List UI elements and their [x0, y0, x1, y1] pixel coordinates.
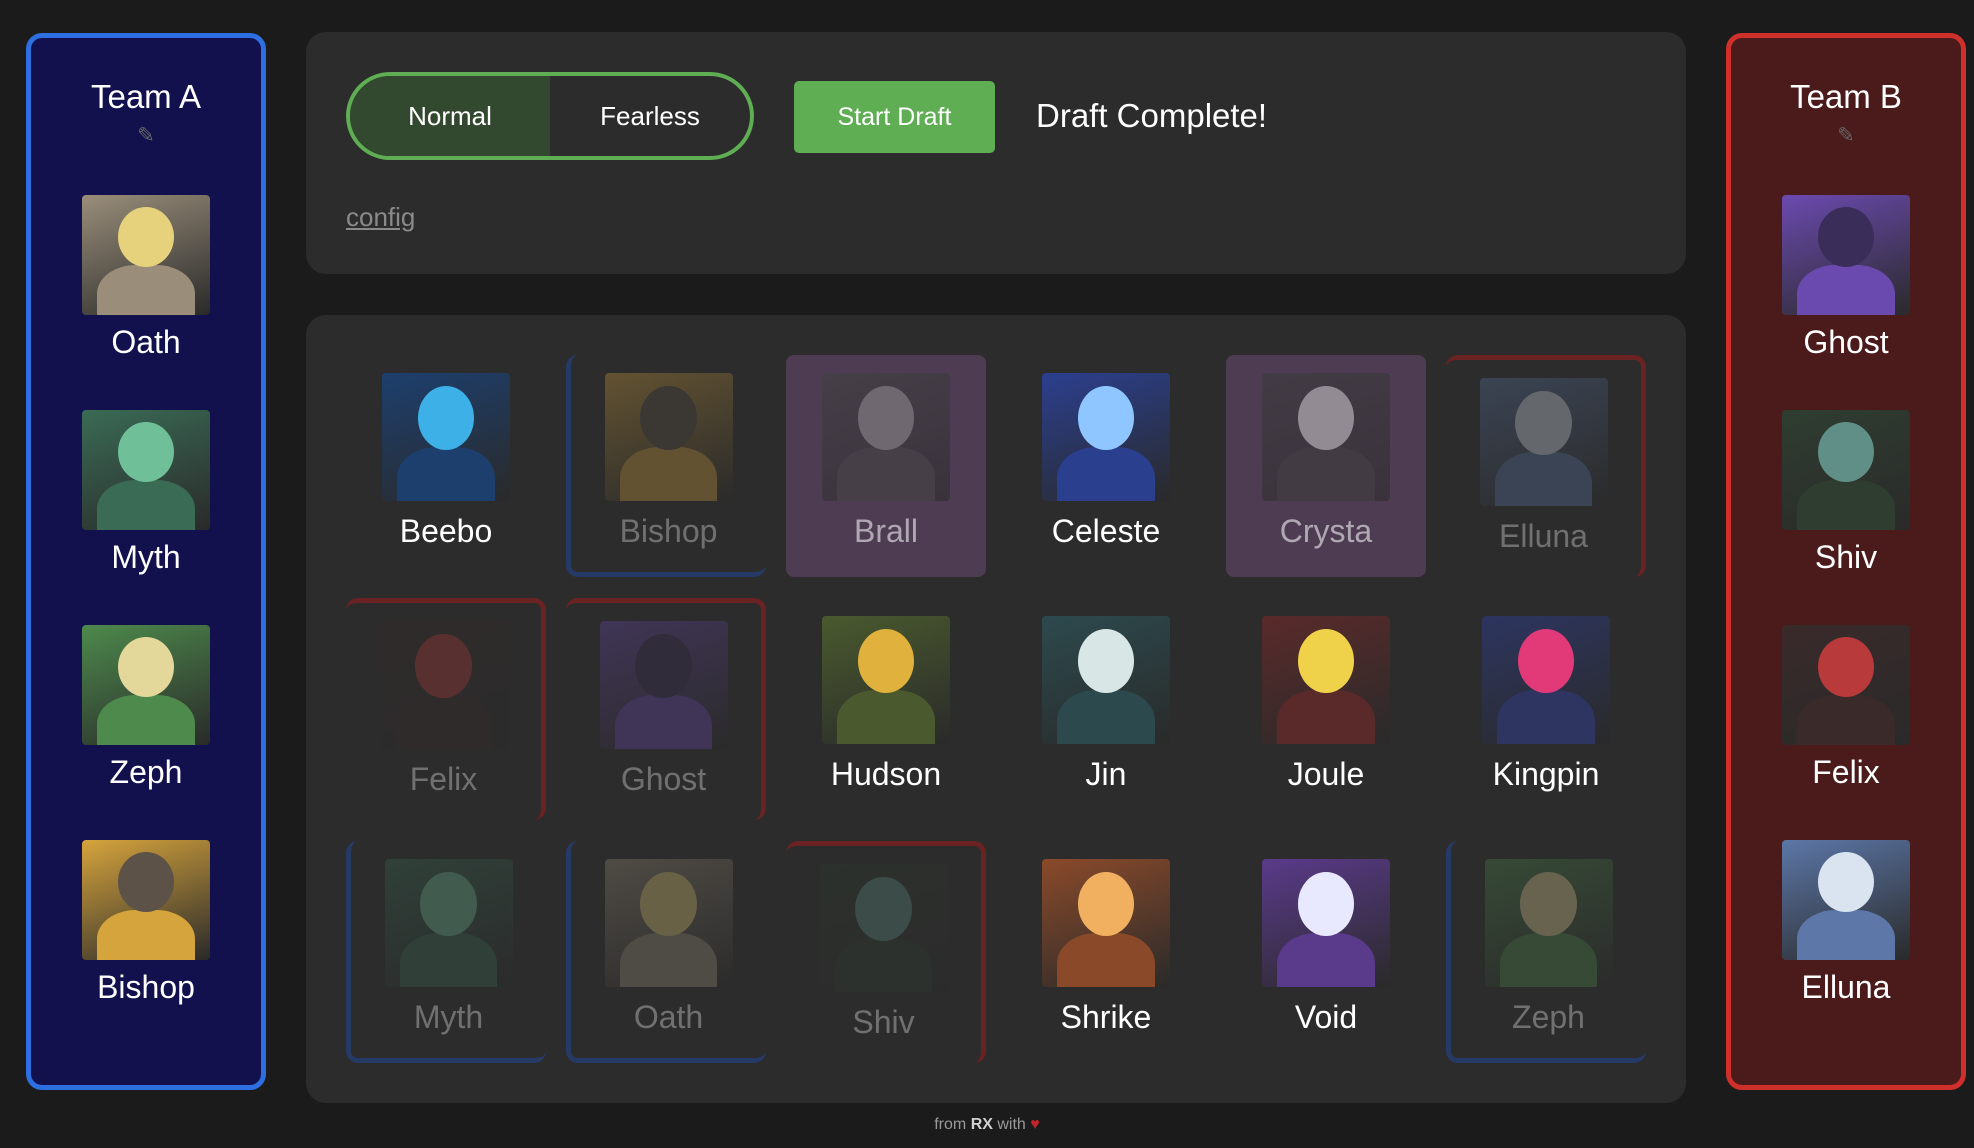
team-b-pick-name: Shiv — [1814, 539, 1878, 575]
hudson-portrait — [822, 616, 950, 744]
hero-name: Ghost — [620, 761, 707, 797]
shiv-portrait — [819, 864, 948, 992]
joule-portrait — [1262, 616, 1390, 744]
hero-card-myth[interactable]: Myth — [346, 841, 546, 1063]
hero-name: Bishop — [619, 513, 718, 549]
team-a-pick-slot: Myth — [31, 410, 261, 625]
team-a-pick-name: Oath — [111, 324, 181, 360]
zeph-portrait — [82, 625, 210, 745]
hero-card-zeph[interactable]: Zeph — [1446, 841, 1646, 1063]
bishop-portrait — [82, 840, 210, 960]
hero-name: Void — [1294, 999, 1358, 1035]
pencil-icon[interactable]: ✎ — [31, 123, 261, 149]
team-b-picks: Ghost Shiv Felix Elluna — [1731, 195, 1961, 1055]
team-b-pick-slot: Shiv — [1731, 410, 1961, 625]
team-a-panel: Team A ✎ Oath Myth Zeph Bishop — [26, 33, 266, 1090]
shrike-portrait — [1042, 859, 1170, 987]
hero-name: Crysta — [1279, 513, 1373, 549]
pencil-icon[interactable]: ✎ — [1731, 123, 1961, 149]
team-a-pick-name: Zeph — [109, 754, 183, 790]
bishop-portrait — [604, 373, 733, 501]
elluna-portrait — [1782, 840, 1910, 960]
hero-card-celeste[interactable]: Celeste — [1006, 355, 1206, 577]
hero-card-void[interactable]: Void — [1226, 841, 1426, 1063]
hero-card-kingpin[interactable]: Kingpin — [1446, 598, 1646, 820]
team-a-pick-name: Myth — [111, 539, 181, 575]
hero-name: Felix — [409, 761, 478, 797]
myth-portrait — [82, 410, 210, 530]
crysta-portrait — [1262, 373, 1390, 501]
jin-portrait — [1042, 616, 1170, 744]
footer-suffix: with — [992, 1116, 1031, 1133]
oath-portrait — [604, 859, 733, 987]
hero-card-elluna[interactable]: Elluna — [1446, 355, 1646, 577]
hero-name: Beebo — [399, 513, 493, 549]
draft-status: Draft Complete! — [1036, 97, 1268, 134]
hero-name: Shiv — [852, 1004, 915, 1040]
team-a-pick-slot: Oath — [31, 195, 261, 410]
ghost-portrait — [1782, 195, 1910, 315]
start-draft-button[interactable]: Start Draft — [794, 81, 995, 153]
hero-name: Celeste — [1051, 513, 1161, 549]
ghost-portrait — [599, 621, 728, 749]
hero-name: Brall — [853, 513, 918, 549]
kingpin-portrait — [1482, 616, 1610, 744]
celeste-portrait — [1042, 373, 1170, 501]
team-b-pick-slot: Ghost — [1731, 195, 1961, 410]
hero-card-felix[interactable]: Felix — [346, 598, 546, 820]
footer-credit: from RX with ♥ — [0, 1116, 1974, 1134]
team-b-pick-slot: Elluna — [1731, 840, 1961, 1055]
zeph-portrait — [1484, 859, 1613, 987]
hero-name: Kingpin — [1492, 756, 1600, 792]
shiv-portrait — [1782, 410, 1910, 530]
team-a-picks: Oath Myth Zeph Bishop — [31, 195, 261, 1055]
hero-card-oath[interactable]: Oath — [566, 841, 766, 1063]
team-b-pick-name: Ghost — [1803, 324, 1889, 360]
elluna-portrait — [1479, 378, 1608, 506]
hero-card-shrike[interactable]: Shrike — [1006, 841, 1206, 1063]
hero-card-beebo[interactable]: Beebo — [346, 355, 546, 577]
hero-name: Joule — [1287, 756, 1365, 792]
team-b-name: Team B — [1790, 78, 1902, 115]
hero-card-shiv[interactable]: Shiv — [786, 841, 986, 1063]
hero-name: Zeph — [1512, 999, 1585, 1035]
hero-card-brall[interactable]: Brall — [786, 355, 986, 577]
team-a-name: Team A — [90, 78, 202, 115]
beebo-portrait — [382, 373, 510, 501]
hero-name: Hudson — [830, 756, 942, 792]
felix-portrait — [1782, 625, 1910, 745]
hero-card-hudson[interactable]: Hudson — [786, 598, 986, 820]
team-a-pick-slot: Bishop — [31, 840, 261, 1055]
hero-card-jin[interactable]: Jin — [1006, 598, 1206, 820]
team-b-pick-name: Felix — [1812, 754, 1880, 790]
void-portrait — [1262, 859, 1390, 987]
mode-normal-button[interactable]: Normal — [350, 76, 550, 156]
team-b-pick-name: Elluna — [1801, 969, 1891, 1005]
heart-icon: ♥ — [1030, 1116, 1040, 1133]
hero-card-bishop[interactable]: Bishop — [566, 355, 766, 577]
hero-name: Elluna — [1499, 518, 1588, 554]
team-a-pick-name: Bishop — [97, 969, 195, 1005]
team-b-panel: Team B ✎ Ghost Shiv Felix Elluna — [1726, 33, 1966, 1090]
footer-prefix: from — [934, 1116, 971, 1133]
team-b-pick-slot: Felix — [1731, 625, 1961, 840]
hero-card-ghost[interactable]: Ghost — [566, 598, 766, 820]
oath-portrait — [82, 195, 210, 315]
hero-name: Jin — [1085, 756, 1127, 792]
hero-grid: Beebo Bishop Brall Celeste Crysta Elluna Felix… — [306, 315, 1686, 1103]
mode-fearless-button[interactable]: Fearless — [550, 76, 750, 156]
hero-name: Oath — [633, 999, 704, 1035]
brall-portrait — [822, 373, 950, 501]
hero-name: Shrike — [1060, 999, 1152, 1035]
hero-card-crysta[interactable]: Crysta — [1226, 355, 1426, 577]
config-link[interactable]: config — [346, 202, 415, 233]
hero-card-joule[interactable]: Joule — [1226, 598, 1426, 820]
mode-toggle: Normal Fearless — [346, 72, 754, 160]
footer-brand: RX — [970, 1116, 993, 1133]
felix-portrait — [379, 621, 508, 749]
draft-controls: Normal Fearless Start Draft Draft Comple… — [306, 32, 1686, 274]
hero-name: Myth — [413, 999, 484, 1035]
team-a-pick-slot: Zeph — [31, 625, 261, 840]
myth-portrait — [384, 859, 513, 987]
